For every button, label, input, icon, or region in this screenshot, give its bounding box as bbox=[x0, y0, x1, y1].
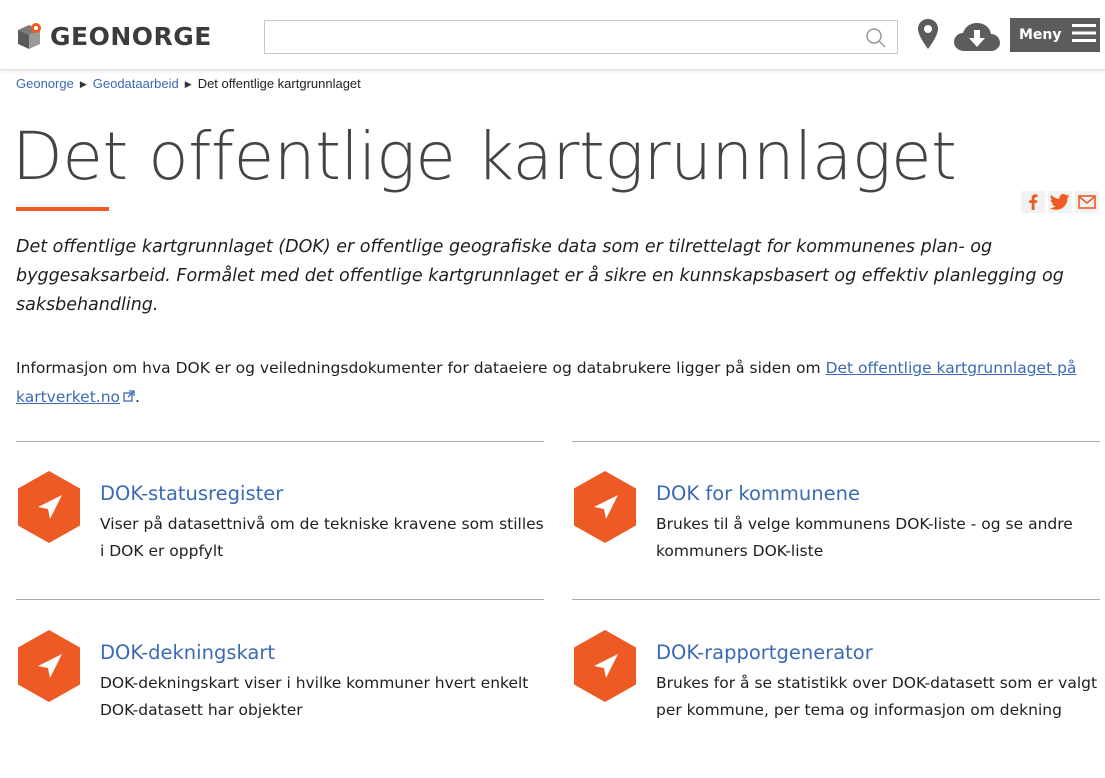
card-divider bbox=[572, 441, 1100, 442]
navigation-arrow-icon bbox=[572, 629, 638, 707]
info-text-before: Informasjon om hva DOK er og veilednings… bbox=[16, 359, 826, 377]
map-pin-icon[interactable] bbox=[917, 18, 939, 54]
search-box bbox=[264, 20, 898, 54]
card-title[interactable]: DOK-rapportgenerator bbox=[656, 641, 873, 664]
facebook-icon[interactable] bbox=[1021, 191, 1045, 213]
card-divider bbox=[16, 441, 544, 442]
cloud-download-icon[interactable] bbox=[953, 22, 1001, 56]
geonorge-logo-icon bbox=[16, 22, 42, 50]
twitter-icon[interactable] bbox=[1048, 191, 1072, 213]
breadcrumb-separator-icon: ▶ bbox=[184, 79, 192, 89]
card-description: Brukes til å velge kommunens DOK-liste -… bbox=[656, 515, 1073, 560]
breadcrumb-link-geonorge[interactable]: Geonorge bbox=[16, 76, 74, 91]
card-divider bbox=[16, 599, 544, 600]
menu-label: Meny bbox=[1019, 27, 1062, 43]
card-description: Viser på datasettnivå om de tekniske kra… bbox=[100, 515, 544, 560]
title-underline bbox=[16, 207, 109, 211]
site-header: GEONORGE Meny bbox=[0, 0, 1105, 70]
card-description: DOK-dekningskart viser i hvilke kommuner… bbox=[100, 674, 529, 719]
search-icon[interactable] bbox=[865, 27, 887, 53]
geonorge-logo[interactable]: GEONORGE bbox=[16, 20, 212, 52]
breadcrumb-separator-icon: ▶ bbox=[79, 79, 87, 89]
hamburger-icon bbox=[1071, 23, 1096, 47]
info-text: Informasjon om hva DOK er og veilednings… bbox=[16, 354, 1091, 412]
card-title[interactable]: DOK-dekningskart bbox=[100, 641, 275, 664]
card-title[interactable]: DOK for kommunene bbox=[656, 482, 860, 505]
navigation-arrow-icon bbox=[572, 470, 638, 548]
search-input[interactable] bbox=[265, 21, 855, 53]
card-description: Brukes for å se statistikk over DOK-data… bbox=[656, 674, 1098, 719]
intro-text: Det offentlige kartgrunnlaget (DOK) er o… bbox=[16, 237, 1064, 315]
logo-text: GEONORGE bbox=[50, 21, 212, 51]
navigation-arrow-icon bbox=[16, 470, 82, 548]
menu-button[interactable]: Meny bbox=[1010, 18, 1100, 52]
card-title[interactable]: DOK-statusregister bbox=[100, 482, 283, 505]
breadcrumb-link-geodataarbeid[interactable]: Geodataarbeid bbox=[93, 76, 179, 91]
breadcrumb-current: Det offentlige kartgrunnlaget bbox=[197, 76, 361, 91]
navigation-arrow-icon bbox=[16, 629, 82, 707]
info-text-after: . bbox=[135, 388, 140, 406]
card-divider bbox=[572, 599, 1100, 600]
page-title: Det offentlige kartgrunnlaget bbox=[12, 118, 957, 195]
share-buttons bbox=[1021, 191, 1099, 213]
breadcrumb: Geonorge ▶ Geodataarbeid ▶ Det offentlige ka… bbox=[16, 76, 361, 91]
email-icon[interactable] bbox=[1075, 191, 1099, 213]
external-link-icon bbox=[123, 383, 135, 412]
